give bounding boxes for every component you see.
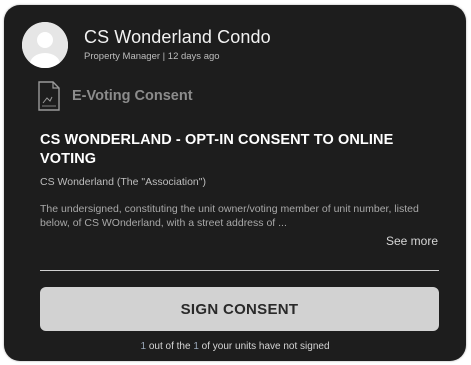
sign-consent-button[interactable]: SIGN CONSENT (40, 287, 439, 331)
document-excerpt: The undersigned, constituting the unit o… (40, 203, 419, 229)
divider (40, 270, 439, 271)
user-avatar-icon[interactable] (22, 22, 68, 68)
association-line: CS Wonderland (The "Association") (40, 176, 207, 188)
post-card: CS Wonderland Condo Property Manager | 1… (4, 5, 466, 361)
signing-status: 1 out of the 1 of your units have not si… (4, 341, 466, 352)
status-suffix: of your units have not signed (198, 341, 330, 352)
author-name[interactable]: CS Wonderland Condo (84, 27, 271, 48)
document-icon (38, 81, 60, 111)
section-title: E-Voting Consent (72, 88, 193, 104)
author-meta: Property Manager | 12 days ago (84, 51, 220, 62)
see-more-link[interactable]: See more (386, 234, 438, 248)
document-title: CS WONDERLAND - OPT-IN CONSENT TO ONLINE… (40, 132, 394, 167)
status-middle: out of the (146, 341, 194, 352)
